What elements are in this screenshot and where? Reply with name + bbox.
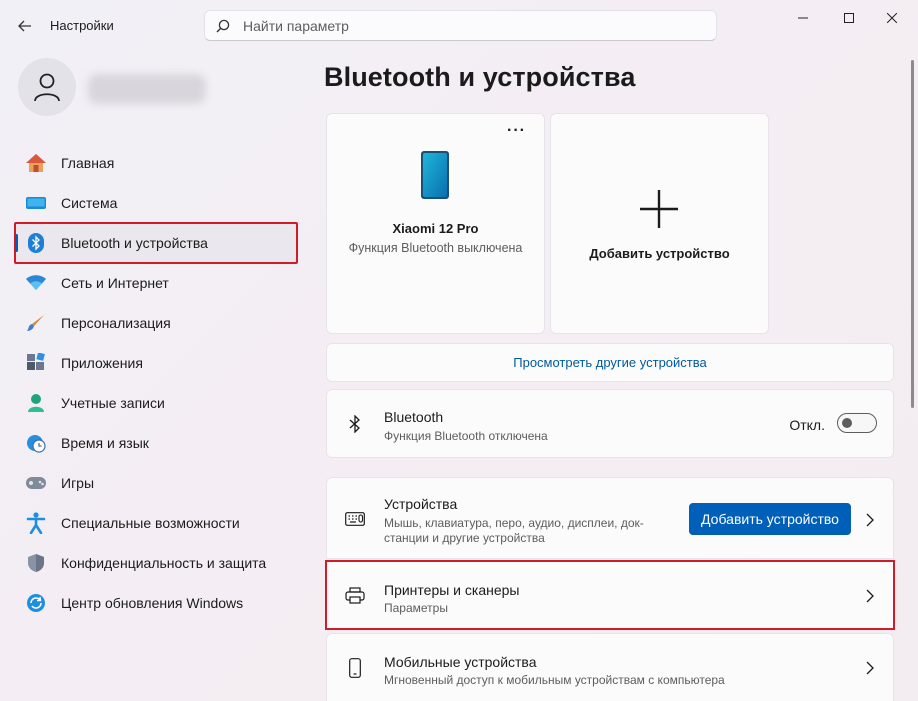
sidebar-item-accounts[interactable]: Учетные записи <box>15 383 297 423</box>
sidebar-item-label: Учетные записи <box>61 395 165 411</box>
sidebar-item-personalization[interactable]: Персонализация <box>15 303 297 343</box>
maximize-icon <box>844 13 854 23</box>
home-icon <box>25 153 47 173</box>
sidebar-item-windows-update[interactable]: Центр обновления Windows <box>15 583 297 623</box>
view-more-devices-link[interactable]: Просмотреть другие устройства <box>513 355 707 370</box>
sidebar-item-time-language[interactable]: Время и язык <box>15 423 297 463</box>
minimize-button[interactable] <box>780 6 826 30</box>
shield-icon <box>25 553 47 573</box>
page-title: Bluetooth и устройства <box>324 62 636 92</box>
keyboard-mouse-icon <box>345 509 365 529</box>
sidebar-item-privacy[interactable]: Конфиденциальность и защита <box>15 543 297 583</box>
chevron-right-icon <box>866 513 874 527</box>
sidebar-item-gaming[interactable]: Игры <box>15 463 297 503</box>
sidebar-item-label: Система <box>61 195 118 211</box>
device-status: Функция Bluetooth выключена <box>348 241 523 255</box>
row-subtitle: Функция Bluetooth отключена <box>384 429 548 443</box>
mobile-phone-icon <box>345 658 365 678</box>
row-title: Bluetooth <box>384 409 444 425</box>
sidebar-item-label: Bluetooth и устройства <box>61 235 208 251</box>
app-title: Настройки <box>50 18 114 33</box>
device-name: Xiaomi 12 Pro <box>392 221 479 236</box>
sidebar-item-label: Игры <box>61 475 95 491</box>
accessibility-icon <box>25 512 47 534</box>
sidebar-item-bluetooth[interactable]: Bluetooth и устройства <box>14 222 298 264</box>
sidebar-item-label: Специальные возможности <box>61 515 240 531</box>
update-icon <box>25 593 47 613</box>
sidebar-item-label: Персонализация <box>61 315 171 331</box>
sidebar-item-system[interactable]: Система <box>15 183 297 223</box>
row-title: Мобильные устройства <box>384 654 537 670</box>
search-input[interactable] <box>243 11 703 40</box>
wifi-icon <box>25 273 47 293</box>
search-box[interactable] <box>204 10 717 41</box>
chevron-right-icon <box>866 661 874 675</box>
bluetooth-icon <box>25 233 47 253</box>
devices-row[interactable]: Устройства Мышь, клавиатура, перо, аудио… <box>326 477 894 559</box>
bluetooth-row: Bluetooth Функция Bluetooth отключена От… <box>326 389 894 458</box>
sidebar-item-label: Главная <box>61 155 115 171</box>
plus-icon <box>640 190 678 228</box>
row-subtitle-line2: станции и другие устройства <box>384 531 545 545</box>
printers-scanners-row[interactable]: Принтеры и сканеры Параметры <box>325 560 895 630</box>
sidebar-item-network[interactable]: Сеть и Интернет <box>15 263 297 303</box>
search-icon <box>216 19 230 33</box>
profile-name-blurred <box>88 74 206 104</box>
scrollbar[interactable] <box>911 60 914 408</box>
person-icon <box>25 393 47 413</box>
sidebar-item-label: Время и язык <box>61 435 149 451</box>
sidebar-item-label: Центр обновления Windows <box>61 595 244 611</box>
minimize-icon <box>798 17 808 19</box>
sidebar-item-apps[interactable]: Приложения <box>15 343 297 383</box>
bluetooth-toggle[interactable] <box>837 413 877 433</box>
avatar[interactable] <box>18 58 76 116</box>
more-options-button[interactable]: ··· <box>507 122 526 140</box>
title-bar: Настройки <box>0 0 918 50</box>
sidebar-item-label: Приложения <box>61 355 143 371</box>
apps-icon <box>25 353 47 373</box>
printer-icon <box>345 586 365 606</box>
mobile-devices-row[interactable]: Мобильные устройства Мгновенный доступ к… <box>326 633 894 701</box>
bluetooth-icon <box>345 414 365 434</box>
add-device-button[interactable]: Добавить устройство <box>689 503 851 535</box>
close-button[interactable] <box>869 6 915 30</box>
add-device-card[interactable]: Добавить устройство <box>550 113 769 334</box>
row-subtitle-line1: Мышь, клавиатура, перо, аудио, дисплеи, … <box>384 516 644 530</box>
chevron-right-icon <box>866 589 874 603</box>
row-title: Принтеры и сканеры <box>384 582 520 598</box>
toggle-state-label: Откл. <box>789 417 825 433</box>
sidebar-item-home[interactable]: Главная <box>15 143 297 183</box>
view-more-devices[interactable]: Просмотреть другие устройства <box>326 343 894 382</box>
smartphone-icon <box>421 151 449 199</box>
add-device-label: Добавить устройство <box>589 246 730 261</box>
gamepad-icon <box>25 473 47 493</box>
sidebar-nav: Главная Система Bluetooth и устройства С… <box>14 143 298 623</box>
back-button[interactable] <box>10 12 40 40</box>
row-subtitle: Мгновенный доступ к мобильным устройства… <box>384 673 725 687</box>
maximize-button[interactable] <box>826 6 872 30</box>
toggle-knob <box>842 418 852 428</box>
brush-icon <box>25 313 47 333</box>
clock-globe-icon <box>25 433 47 453</box>
row-subtitle: Параметры <box>384 601 448 615</box>
sidebar-item-accessibility[interactable]: Специальные возможности <box>15 503 297 543</box>
close-icon <box>887 13 897 23</box>
sidebar-item-label: Конфиденциальность и защита <box>61 555 267 571</box>
display-icon <box>25 193 47 213</box>
arrow-left-icon <box>18 20 31 32</box>
device-card[interactable]: ··· Xiaomi 12 Pro Функция Bluetooth выкл… <box>326 113 545 334</box>
sidebar-item-label: Сеть и Интернет <box>61 275 169 291</box>
row-title: Устройства <box>384 496 458 512</box>
person-icon <box>34 73 60 102</box>
